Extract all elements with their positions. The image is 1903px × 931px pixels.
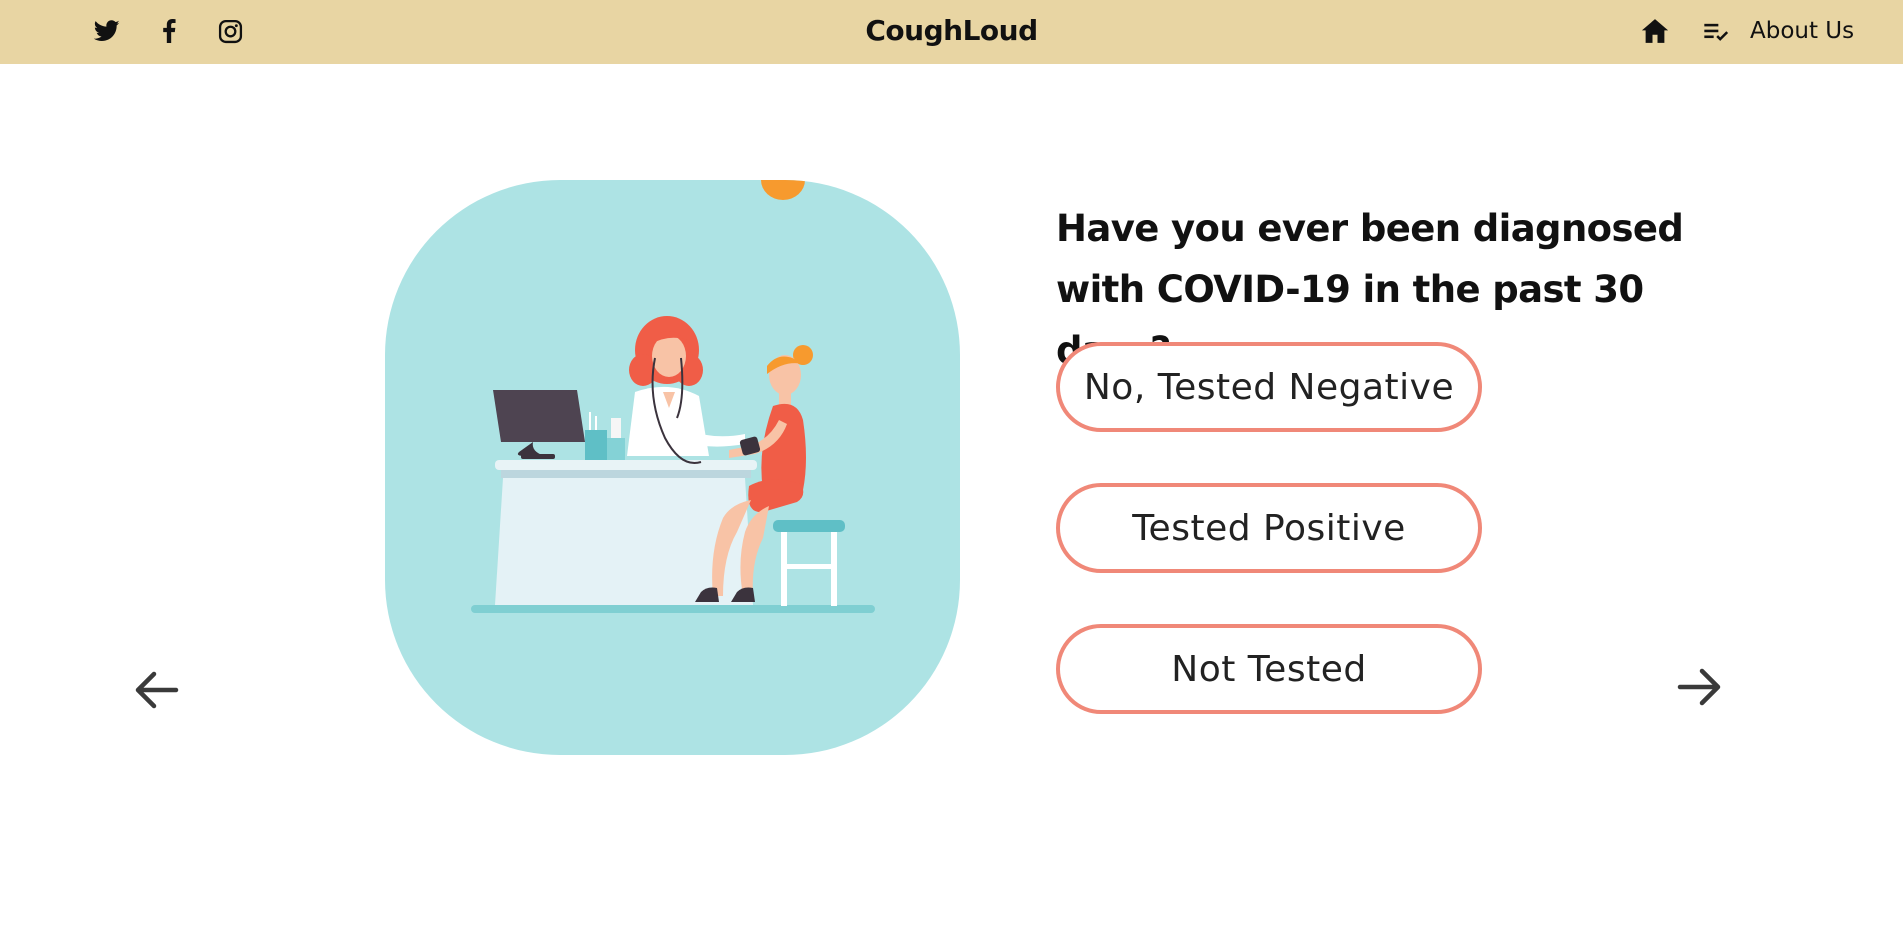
option-tested-positive[interactable]: Tested Positive bbox=[1056, 483, 1482, 573]
doctor-patient-illustration bbox=[471, 180, 875, 613]
option-tested-negative[interactable]: No, Tested Negative bbox=[1056, 342, 1482, 432]
twitter-icon[interactable] bbox=[93, 17, 121, 45]
arrow-right-icon[interactable] bbox=[1674, 661, 1726, 713]
facebook-icon[interactable] bbox=[155, 17, 183, 45]
arrow-left-icon[interactable] bbox=[130, 664, 182, 716]
about-us-link[interactable]: About Us bbox=[1750, 0, 1854, 64]
option-not-tested[interactable]: Not Tested bbox=[1056, 624, 1482, 714]
illustration-card bbox=[385, 180, 960, 755]
top-nav-bar: CoughLoud About Us bbox=[0, 0, 1903, 64]
instagram-icon[interactable] bbox=[216, 17, 244, 45]
home-icon[interactable] bbox=[1640, 16, 1670, 46]
brand-link[interactable]: CoughLoud bbox=[865, 14, 1038, 47]
brand-title: CoughLoud bbox=[0, 0, 1903, 64]
playlist-check-icon[interactable] bbox=[1702, 18, 1730, 46]
